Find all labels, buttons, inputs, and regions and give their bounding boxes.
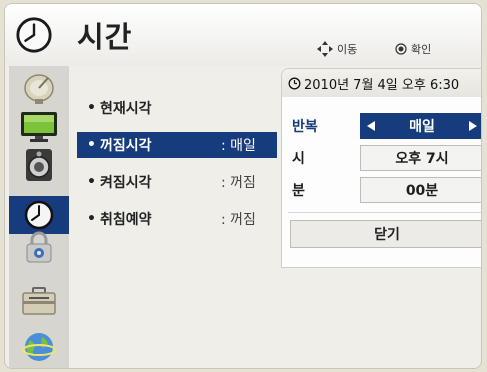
arrow-left-icon[interactable]	[367, 121, 375, 131]
minute-row: 분 00분	[282, 176, 481, 204]
category-network[interactable]	[9, 328, 69, 366]
small-clock-icon	[288, 77, 301, 89]
divider	[288, 212, 481, 213]
menu-item-value: : 매일	[221, 138, 256, 154]
hour-label: 시	[292, 151, 305, 167]
minute-field[interactable]: 00분	[360, 177, 481, 203]
category-picture[interactable]	[9, 108, 69, 146]
lock-icon	[26, 231, 52, 263]
category-sound[interactable]	[9, 146, 69, 184]
menu-item-on-time[interactable]: • 켜짐시각 : 꺼짐	[77, 169, 277, 195]
repeat-label: 반복	[292, 119, 318, 135]
speaker-icon	[26, 149, 52, 181]
page-title: 시간	[77, 20, 133, 54]
current-datetime: 2010년 7월 4일 오후 6:30	[304, 77, 460, 93]
globe-icon	[22, 333, 56, 361]
minute-value: 00분	[405, 183, 439, 199]
category-lock[interactable]	[9, 228, 69, 266]
header-bar: 시간 이동 확인	[5, 4, 481, 66]
time-settings-window: 시간 이동 확인 • 현재시각 • 꺼짐시각: 매일 • 켜짐시각: 꺼짐 …	[4, 3, 482, 369]
minute-label: 분	[292, 183, 305, 199]
menu-item-label: 켜짐시각	[99, 175, 152, 191]
ok-button-icon	[395, 43, 407, 55]
hint-ok: 확인	[395, 41, 431, 57]
category-option[interactable]	[9, 282, 69, 320]
hour-row: 시 오후 7시	[282, 144, 481, 172]
monitor-icon	[21, 112, 57, 142]
hour-value: 오후 7시	[395, 151, 449, 167]
satellite-icon	[24, 74, 54, 104]
close-button[interactable]: 닫기	[290, 220, 481, 248]
menu-item-value: : 꺼짐	[221, 212, 256, 228]
clock-icon	[16, 17, 52, 53]
menu-item-label: 꺼짐시각	[99, 138, 152, 154]
hour-field[interactable]: 오후 7시	[360, 145, 481, 171]
off-time-popup: 2010년 7월 4일 오후 6:30 반복 매일 시 오후 7시 분 00분 …	[281, 68, 481, 268]
repeat-selector[interactable]: 매일	[360, 113, 481, 139]
menu-item-sleep-timer[interactable]: • 취침예약 : 꺼짐	[77, 206, 277, 232]
category-satellite[interactable]	[9, 70, 69, 108]
menu-item-label: 취침예약	[99, 212, 152, 228]
repeat-row: 반복 매일	[282, 112, 481, 140]
popup-datetime-bar: 2010년 7월 4일 오후 6:30	[282, 69, 481, 97]
hint-ok-label: 확인	[411, 43, 432, 56]
menu-item-label: 현재시각	[99, 101, 152, 117]
dpad-arrows-icon	[317, 41, 333, 57]
menu-item-value: : 꺼짐	[221, 175, 256, 191]
hint-move: 이동	[317, 41, 357, 57]
clock-icon	[24, 200, 54, 230]
toolbox-icon	[22, 287, 56, 315]
menu-item-current-time[interactable]: • 현재시각	[77, 95, 277, 121]
hint-move-label: 이동	[337, 43, 358, 56]
time-menu: • 현재시각 • 꺼짐시각 : 매일 • 켜짐시각 : 꺼짐 • 취침예약 : …	[77, 66, 277, 368]
repeat-value: 매일	[409, 119, 435, 135]
arrow-right-icon[interactable]	[468, 121, 477, 131]
menu-item-off-time[interactable]: • 꺼짐시각 : 매일	[77, 132, 277, 158]
